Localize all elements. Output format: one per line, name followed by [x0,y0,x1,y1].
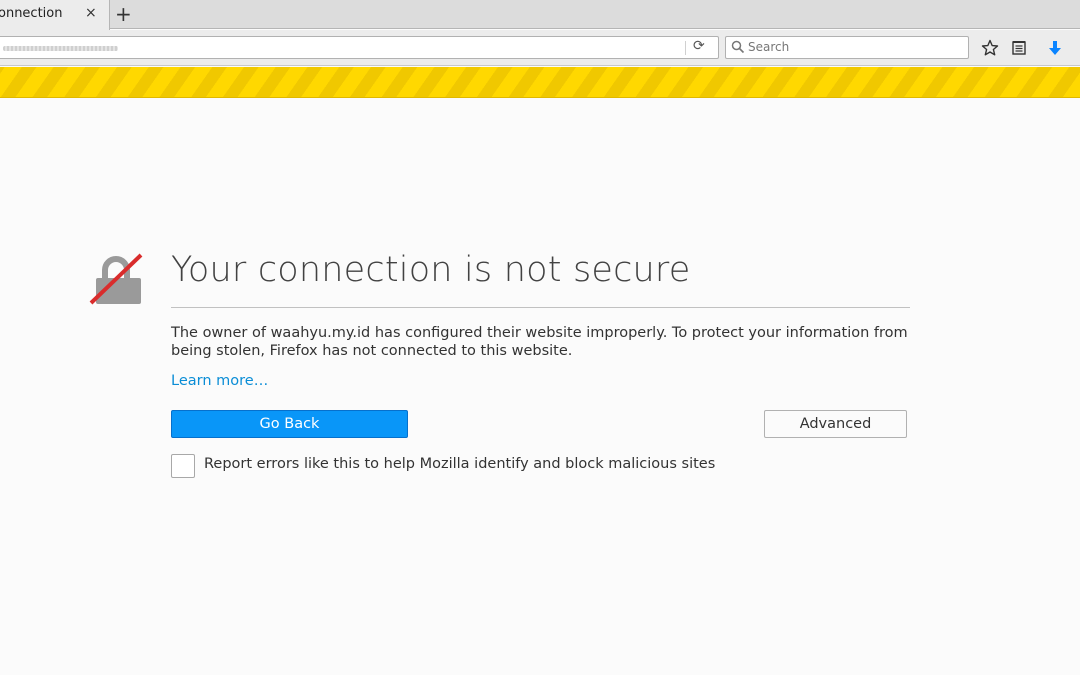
tab-close-icon[interactable]: × [85,5,97,21]
title-divider [171,307,910,308]
page-title: Your connection is not secure [171,250,691,290]
bookmark-star-icon[interactable] [980,38,1000,58]
go-back-button[interactable]: Go Back [171,410,408,438]
search-input-placeholder[interactable]: Search [748,40,789,54]
reload-icon[interactable]: ⟳ [693,38,705,54]
warning-stripe [0,67,1080,98]
search-icon [731,40,745,54]
new-tab-button[interactable]: + [115,2,132,26]
nav-bar: ⟳ Search [0,30,1080,66]
url-separator [685,41,686,55]
broken-lock-icon [89,253,143,305]
advanced-button[interactable]: Advanced [764,410,907,438]
error-description: The owner of waahyu.my.id has configured… [171,325,908,359]
reading-list-icon[interactable] [1009,38,1029,58]
tab-strip: onnection × + [0,0,1080,30]
url-text-redacted [3,46,118,51]
tab-title: onnection [0,6,63,21]
tab-active[interactable]: onnection × [0,0,110,30]
url-bar[interactable]: ⟳ [0,36,719,59]
search-bar[interactable]: Search [725,36,969,59]
report-errors-label[interactable]: Report errors like this to help Mozilla … [204,456,715,472]
download-arrow-icon[interactable] [1045,38,1065,58]
report-errors-checkbox[interactable] [171,454,195,478]
learn-more-link[interactable]: Learn more… [171,373,268,389]
